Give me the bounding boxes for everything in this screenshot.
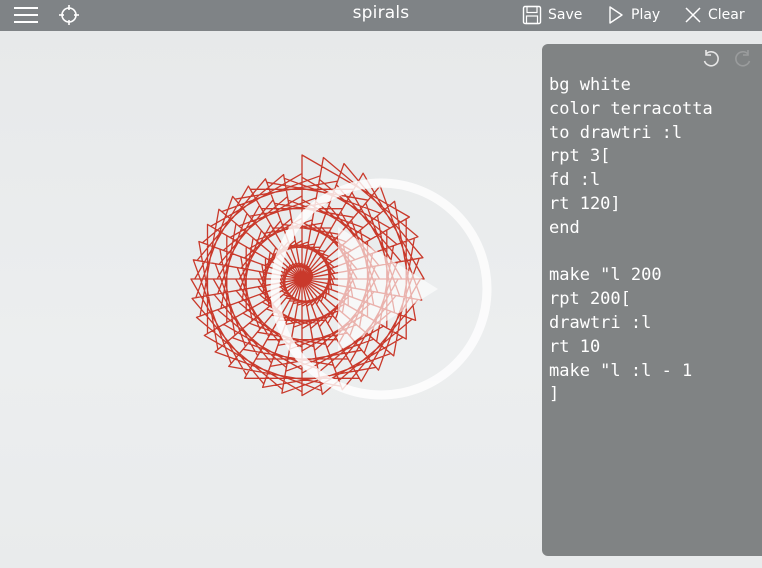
code-editor-panel[interactable]: bg white color terracotta to drawtri :l rpt… <box>542 44 762 556</box>
close-icon <box>685 7 701 23</box>
code-line: fd :l <box>549 170 601 191</box>
code-line: bg white <box>549 75 631 95</box>
play-button[interactable]: Play <box>607 5 660 25</box>
save-icon <box>522 5 542 25</box>
code-line: make "l :l - 1 <box>549 360 693 381</box>
clear-button[interactable]: Clear <box>684 5 745 25</box>
code-line: end <box>549 217 580 238</box>
clear-label: Clear <box>708 7 745 23</box>
play-icon <box>609 6 623 24</box>
code-line: rt 120] <box>549 193 621 214</box>
redo-icon[interactable] <box>732 48 754 70</box>
code-line: to drawtri :l <box>549 122 683 143</box>
top-toolbar: spirals Save Play Clear <box>0 0 762 31</box>
code-line: rt 10 <box>549 336 601 357</box>
code-line: color terracotta <box>549 98 713 119</box>
undo-redo-controls <box>700 48 754 70</box>
save-button[interactable]: Save <box>522 5 582 25</box>
code-text[interactable]: bg white color terracotta to drawtri :l rpt… <box>549 74 762 407</box>
code-line: make "l 200 <box>549 265 662 286</box>
code-line: drawtri :l <box>549 312 652 333</box>
undo-icon[interactable] <box>700 48 722 70</box>
code-line: rpt 200[ <box>549 289 631 310</box>
save-label: Save <box>548 7 583 23</box>
code-line: ] <box>549 384 560 405</box>
code-line: rpt 3[ <box>549 146 611 167</box>
play-label: Play <box>631 7 661 23</box>
